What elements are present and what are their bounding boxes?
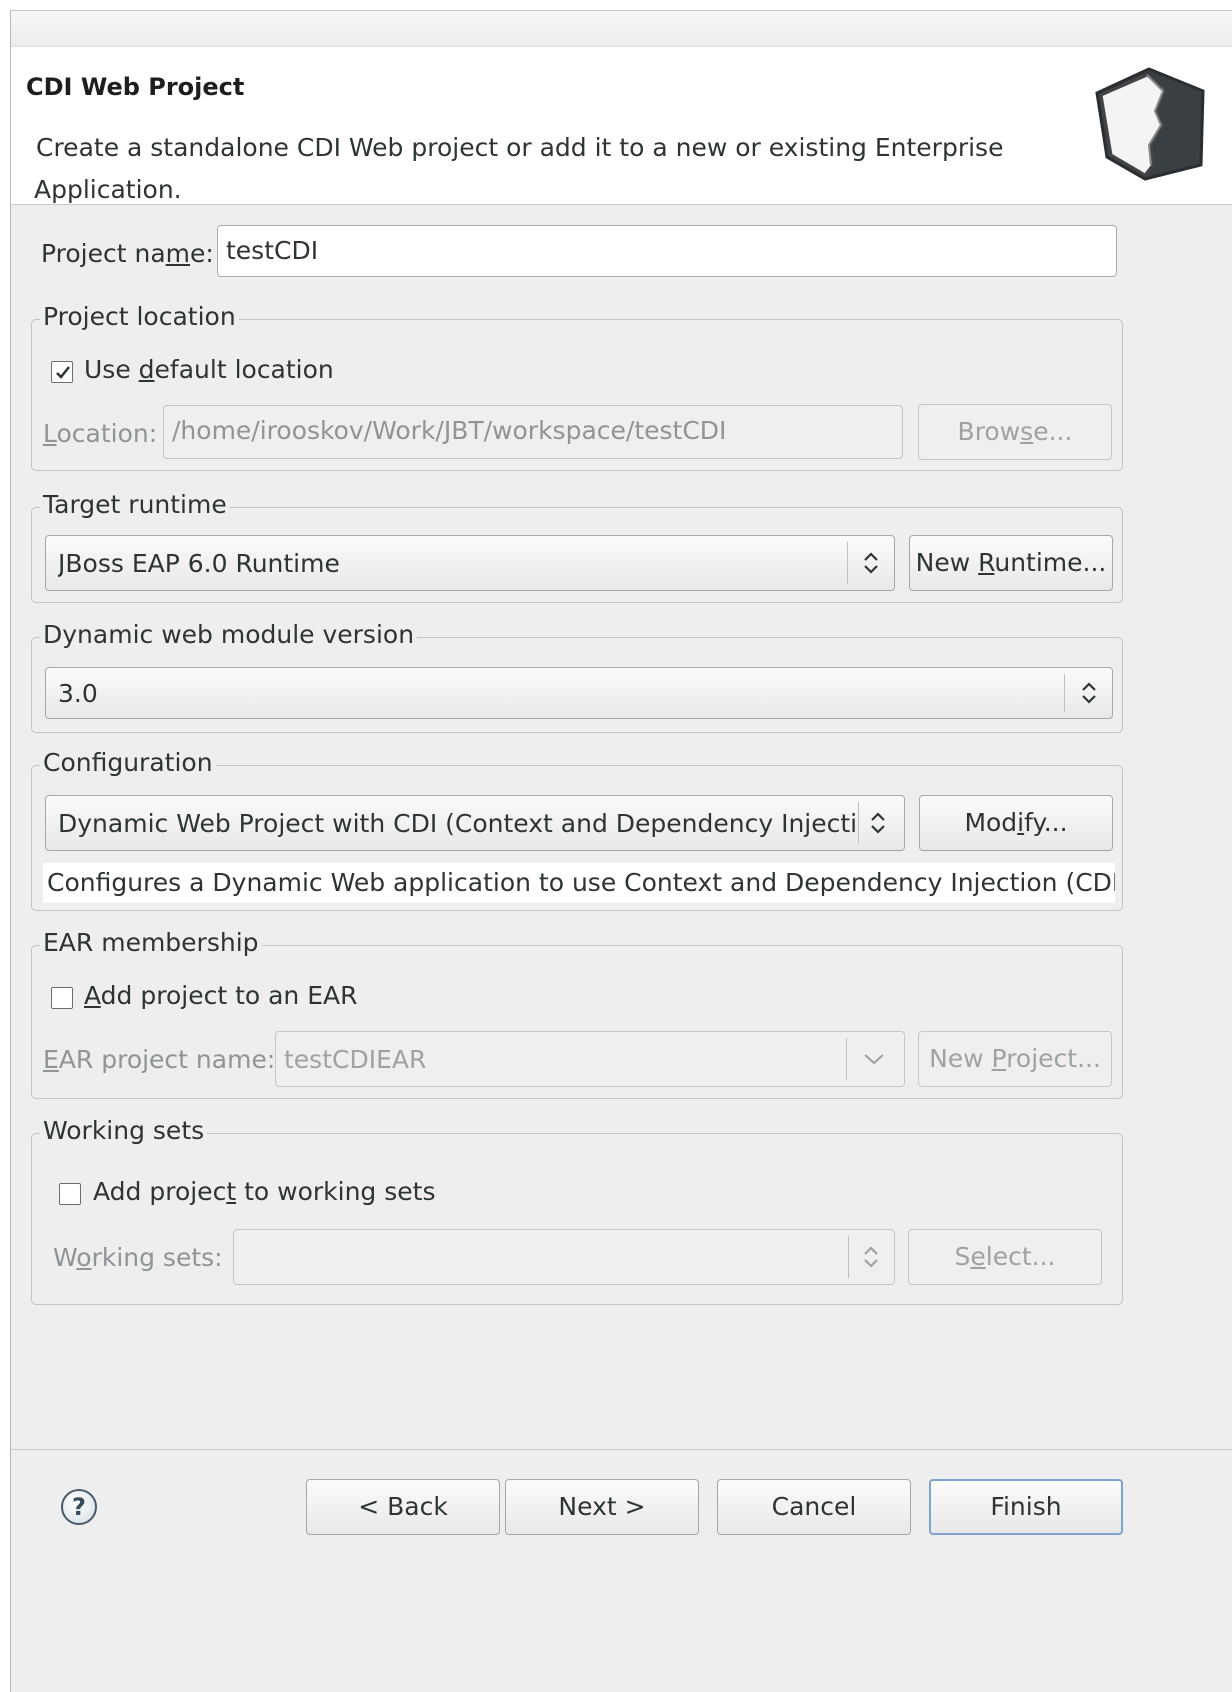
combo-separator (1064, 674, 1065, 712)
project-name-input[interactable]: testCDI (217, 225, 1117, 277)
add-to-ear-checkbox[interactable] (51, 987, 73, 1009)
checkmark-icon (56, 366, 70, 379)
page-title: CDI Web Project (26, 73, 245, 101)
use-default-location-label[interactable]: Use default location (84, 355, 334, 385)
project-location-label: Project location (40, 302, 239, 332)
wizard-banner-icon (1095, 67, 1205, 181)
use-default-location-checkbox[interactable] (51, 361, 73, 383)
cancel-button[interactable]: Cancel (717, 1479, 911, 1535)
wizard-header: CDI Web Project Create a standalone CDI … (11, 47, 1232, 205)
modify-button[interactable]: Modify... (919, 795, 1113, 851)
description-line-1: Create a standalone CDI Web project or a… (36, 133, 1004, 162)
finish-button[interactable]: Finish (929, 1479, 1123, 1535)
web-module-version-select[interactable]: 3.0 (45, 667, 1113, 719)
ear-membership-label: EAR membership (40, 928, 262, 958)
ear-project-name-select[interactable]: testCDIEAR (275, 1031, 905, 1087)
chevron-down-icon (854, 1032, 894, 1086)
updown-arrows-icon (858, 796, 898, 850)
description-line-2: Application. (34, 175, 182, 204)
add-to-working-sets-label[interactable]: Add project to working sets (93, 1177, 435, 1207)
target-runtime-label: Target runtime (40, 490, 230, 520)
window-top-strip (11, 11, 1232, 47)
new-cdi-web-project-wizard: CDI Web Project Create a standalone CDI … (10, 10, 1232, 1692)
combo-separator (846, 1038, 847, 1080)
working-sets-label: Working sets: (53, 1243, 223, 1272)
footer-separator (11, 1449, 1232, 1450)
configuration-label: Configuration (40, 748, 216, 778)
working-sets-select[interactable] (233, 1229, 895, 1285)
screen: CDI Web Project Create a standalone CDI … (0, 0, 1232, 1692)
target-runtime-value: JBoss EAP 6.0 Runtime (58, 548, 340, 578)
working-sets-group-label: Working sets (40, 1116, 208, 1146)
help-icon[interactable]: ? (61, 1489, 97, 1525)
updown-arrows-icon (851, 1230, 891, 1284)
ear-project-name-value: testCDIEAR (284, 1044, 427, 1074)
updown-arrows-icon (851, 536, 891, 590)
back-button[interactable]: < Back (306, 1479, 500, 1535)
new-runtime-button[interactable]: New Runtime... (909, 535, 1113, 591)
add-to-ear-label[interactable]: Add project to an EAR (84, 981, 358, 1011)
select-working-sets-button[interactable]: Select... (908, 1229, 1102, 1285)
project-name-label: Project name: (41, 239, 214, 268)
combo-separator (847, 542, 848, 584)
next-button[interactable]: Next > (505, 1479, 699, 1535)
configuration-description: Configures a Dynamic Web application to … (43, 863, 1115, 903)
add-to-working-sets-checkbox[interactable] (59, 1183, 81, 1205)
location-label: Location: (43, 419, 158, 448)
combo-separator (848, 1236, 849, 1278)
configuration-select[interactable]: Dynamic Web Project with CDI (Context an… (45, 795, 905, 851)
location-input[interactable]: /home/irooskov/Work/JBT/workspace/testCD… (163, 405, 903, 459)
web-module-version-label: Dynamic web module version (40, 620, 418, 650)
page-description: Create a standalone CDI Web project or a… (34, 127, 1086, 211)
configuration-value: Dynamic Web Project with CDI (Context an… (58, 808, 858, 838)
target-runtime-select[interactable]: JBoss EAP 6.0 Runtime (45, 535, 895, 591)
browse-button[interactable]: Browse... (918, 404, 1112, 460)
new-ear-project-button[interactable]: New Project... (918, 1031, 1112, 1087)
web-module-version-value: 3.0 (58, 678, 98, 708)
ear-project-name-label: EAR project name: (43, 1045, 276, 1074)
updown-arrows-icon (1069, 668, 1109, 718)
